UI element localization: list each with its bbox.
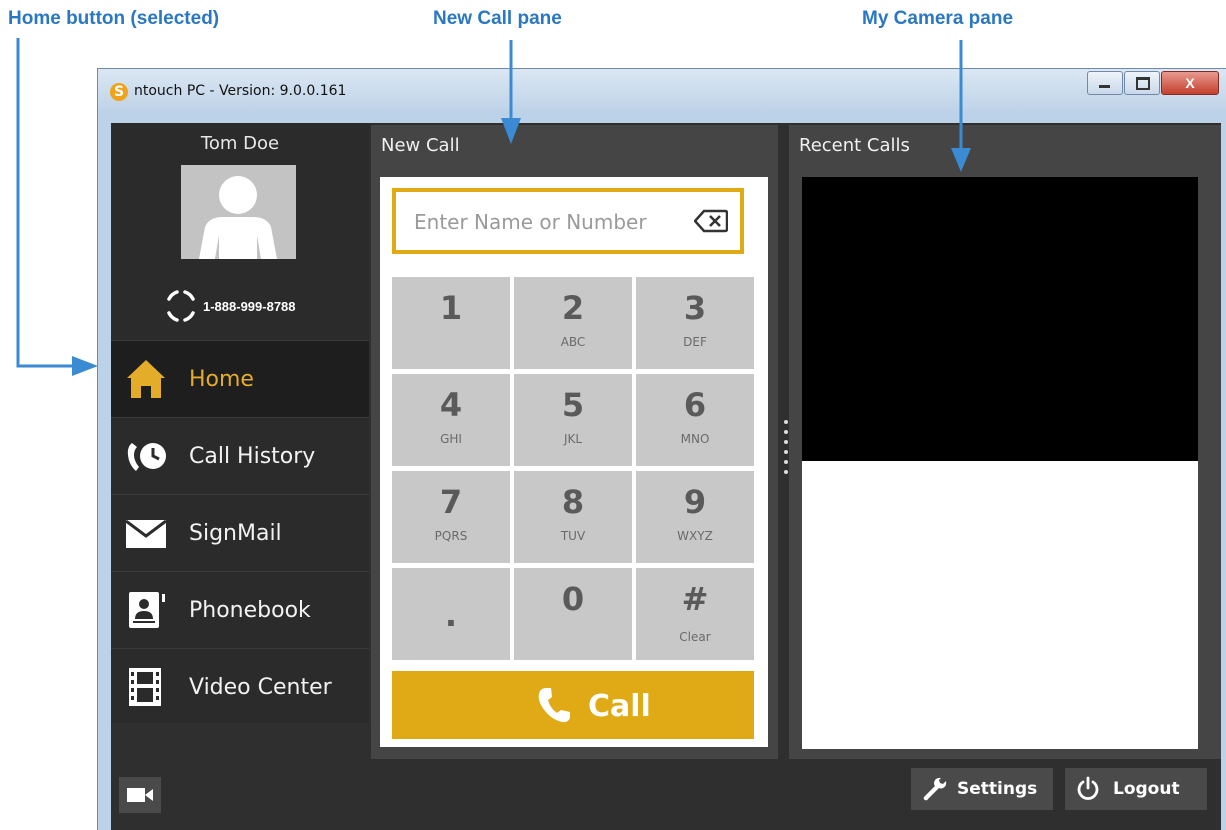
call-history-icon [127, 443, 166, 471]
key-3[interactable]: 3 DEF [636, 277, 754, 369]
key-dot[interactable]: . [392, 568, 510, 660]
dialer: 1 2 ABC 3 DEF 4 GHI 5 JKL 6 MNO 7 PQRS 8 TUV 9 W… [380, 177, 768, 747]
new-call-pane: New Call 1 2 ABC 3 DEF 4 GHI 5 JKL 6 MNO 7 [371, 125, 778, 759]
key-digit: 7 [439, 483, 463, 521]
nav-call-history-label: Call History [189, 443, 316, 469]
pane-splitter-handle[interactable] [784, 420, 788, 480]
keypad: 1 2 ABC 3 DEF 4 GHI 5 JKL 6 MNO 7 PQRS 8 TUV 9 W… [392, 277, 754, 660]
app-body: Tom Doe 1-888-999-8788 Home Call History… [111, 123, 1221, 830]
key-letters: DEF [683, 335, 707, 349]
window-title: ntouch PC - Version: 9.0.0.161 [134, 83, 347, 99]
user-name: Tom Doe [200, 133, 280, 154]
nav-call-history[interactable]: Call History [111, 417, 369, 494]
person-icon [199, 176, 277, 259]
envelope-icon [125, 519, 167, 548]
callout-home-button: Home button (selected) [8, 8, 220, 29]
nav-home-label: Home [189, 366, 254, 392]
key-digit: 3 [683, 289, 707, 327]
key-0[interactable]: 0 [514, 568, 632, 660]
call-label: Call [588, 689, 651, 724]
settings-button[interactable]: Settings [911, 768, 1053, 810]
app-window: S ntouch PC - Version: 9.0.0.161 X Tom D… [97, 68, 1226, 830]
phone-icon [538, 688, 570, 723]
recent-calls-list[interactable] [802, 461, 1198, 749]
key-letters: TUV [560, 529, 586, 543]
sidebar: Tom Doe 1-888-999-8788 Home Call History… [111, 123, 369, 723]
key-letters: GHI [440, 432, 462, 446]
home-icon [127, 360, 165, 398]
status-ring-icon [167, 290, 195, 322]
close-icon: X [1185, 75, 1195, 91]
video-camera-icon [127, 788, 153, 802]
film-icon [129, 668, 161, 706]
nav-phonebook[interactable]: Phonebook [111, 571, 369, 648]
nav-phonebook-label: Phonebook [189, 597, 311, 623]
phone-number: 1-888-999-8788 [203, 298, 296, 314]
key-digit: 9 [683, 483, 707, 521]
app-logo-icon: S [110, 83, 128, 101]
key-9[interactable]: 9 WXYZ [636, 471, 754, 563]
minimize-icon [1099, 85, 1110, 88]
wrench-icon [923, 777, 947, 801]
camera-preview [802, 177, 1198, 461]
key-5[interactable]: 5 JKL [514, 374, 632, 466]
key-digit: 2 [561, 289, 585, 327]
key-letters: ABC [560, 335, 586, 349]
maximize-icon [1136, 77, 1150, 90]
search-input[interactable] [412, 206, 686, 238]
callout-new-call-pane: New Call pane [433, 8, 562, 29]
key-6[interactable]: 6 MNO [636, 374, 754, 466]
nav-video-center-label: Video Center [189, 674, 332, 700]
window-controls: X [1087, 71, 1219, 95]
logout-label: Logout [1113, 779, 1180, 799]
key-digit: 0 [561, 580, 585, 618]
key-7[interactable]: 7 PQRS [392, 471, 510, 563]
nav-signmail-label: SignMail [189, 520, 282, 546]
avatar[interactable] [181, 165, 296, 259]
title-bar[interactable]: S ntouch PC - Version: 9.0.0.161 X [98, 69, 1226, 111]
key-digit: 1 [439, 289, 463, 327]
key-digit: # [681, 580, 709, 618]
key-8[interactable]: 8 TUV [514, 471, 632, 563]
new-call-title: New Call [381, 135, 460, 156]
camera-area [802, 177, 1198, 749]
key-hash-clear[interactable]: # Clear [636, 568, 754, 660]
recent-calls-title: Recent Calls [799, 135, 910, 156]
key-digit: 4 [439, 386, 463, 424]
nav-home[interactable]: Home [111, 340, 369, 417]
key-digit: 6 [683, 386, 707, 424]
nav-signmail[interactable]: SignMail [111, 494, 369, 571]
key-letters: PQRS [434, 529, 468, 543]
backspace-icon[interactable] [694, 209, 728, 233]
nav-video-center[interactable]: Video Center [111, 648, 369, 725]
key-digit: 8 [561, 483, 585, 521]
callout-camera-pane: My Camera pane [862, 8, 1014, 29]
key-digit: 5 [561, 386, 585, 424]
maximize-button[interactable] [1124, 71, 1160, 95]
close-button[interactable]: X [1161, 71, 1219, 95]
key-digit: . [444, 596, 458, 634]
key-letters: JKL [563, 432, 583, 446]
key-letters: WXYZ [677, 529, 713, 543]
key-letters: Clear [679, 630, 711, 644]
search-box [392, 188, 744, 254]
phone-number-row: 1-888-999-8788 [163, 289, 296, 323]
key-4[interactable]: 4 GHI [392, 374, 510, 466]
key-2[interactable]: 2 ABC [514, 277, 632, 369]
key-letters: MNO [680, 432, 710, 446]
power-icon [1077, 776, 1099, 800]
key-1[interactable]: 1 [392, 277, 510, 369]
settings-label: Settings [957, 779, 1038, 799]
logout-button[interactable]: Logout [1065, 768, 1207, 810]
minimize-button[interactable] [1087, 71, 1123, 95]
call-button[interactable]: Call [392, 671, 754, 739]
camera-toggle-button[interactable] [119, 777, 161, 813]
phonebook-icon [129, 592, 165, 628]
camera-pane: Recent Calls [789, 125, 1221, 759]
